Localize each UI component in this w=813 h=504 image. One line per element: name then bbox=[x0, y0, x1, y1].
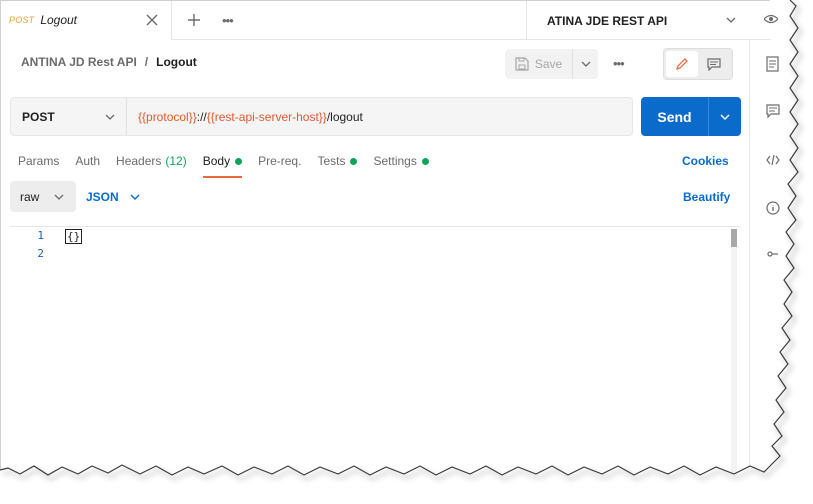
more-actions-icon[interactable]: ••• bbox=[613, 56, 625, 71]
breadcrumb-request[interactable]: Logout bbox=[156, 55, 197, 69]
save-dropdown-button[interactable] bbox=[573, 49, 598, 79]
breadcrumb: ANTINA JD Rest API / Logout bbox=[21, 55, 197, 69]
chevron-down-icon bbox=[720, 114, 730, 120]
code-icon[interactable] bbox=[766, 152, 780, 168]
status-dot bbox=[350, 158, 358, 165]
plus-icon[interactable] bbox=[186, 12, 202, 28]
tab-settings-label: Settings bbox=[373, 154, 417, 168]
url-variable-host: {{rest-api-server-host}} bbox=[206, 109, 327, 124]
headers-count: (12) bbox=[165, 154, 187, 168]
save-icon bbox=[515, 57, 529, 71]
editor-line: 1 {} bbox=[10, 229, 741, 247]
body-editor[interactable]: 1 {} 2 bbox=[10, 226, 741, 480]
edit-mode-button[interactable] bbox=[666, 51, 698, 77]
tab-auth[interactable]: Auth bbox=[75, 154, 100, 178]
language-label: JSON bbox=[86, 190, 119, 204]
url-scheme-separator: :// bbox=[196, 109, 207, 124]
tab-tests-label: Tests bbox=[317, 154, 346, 168]
comment-icon bbox=[707, 58, 721, 71]
pencil-icon bbox=[676, 58, 688, 70]
tab-auth-label: Auth bbox=[75, 154, 101, 168]
method-selector[interactable]: POST bbox=[11, 98, 127, 135]
comment-mode-button[interactable] bbox=[698, 51, 730, 77]
body-type-selector[interactable]: raw bbox=[10, 181, 76, 212]
tab-headers-label: Headers bbox=[116, 154, 162, 168]
send-button[interactable]: Send bbox=[641, 97, 709, 136]
info-icon[interactable] bbox=[766, 200, 780, 216]
environment-selector[interactable]: ATINA JDE REST API bbox=[526, 1, 749, 40]
language-selector[interactable]: JSON bbox=[86, 190, 141, 204]
breadcrumb-collection[interactable]: ANTINA JD Rest API bbox=[21, 55, 137, 69]
right-sidebar bbox=[749, 40, 780, 480]
url-variable-protocol: {{protocol}} bbox=[138, 109, 197, 124]
url-path: /logout bbox=[326, 109, 363, 124]
breadcrumb-separator: / bbox=[144, 55, 149, 69]
save-group: Save bbox=[505, 49, 598, 79]
save-label: Save bbox=[534, 57, 563, 71]
tab-method-label: POST bbox=[9, 15, 35, 25]
tab-params[interactable]: Params bbox=[18, 154, 59, 178]
request-tab[interactable]: POST Logout bbox=[1, 0, 172, 40]
scrollbar-thumb[interactable] bbox=[731, 229, 737, 247]
status-dot bbox=[235, 158, 243, 165]
more-tabs-icon[interactable]: ••• bbox=[222, 13, 238, 28]
eye-icon[interactable] bbox=[764, 11, 778, 27]
chevron-down-icon bbox=[54, 194, 64, 200]
line-number: 2 bbox=[37, 247, 44, 260]
status-dot bbox=[421, 158, 429, 165]
related-icon[interactable] bbox=[766, 246, 780, 262]
comments-icon[interactable] bbox=[766, 103, 780, 119]
tab-tests[interactable]: Tests bbox=[317, 154, 358, 178]
postman-window: POST Logout ••• ATINA JDE REST API ANTIN… bbox=[0, 0, 780, 480]
send-dropdown-button[interactable] bbox=[709, 97, 741, 136]
url-bar: POST {{protocol}} :// {{rest-api-server-… bbox=[10, 97, 633, 136]
tab-body[interactable]: Body bbox=[202, 154, 243, 178]
method-label: POST bbox=[22, 109, 55, 124]
chevron-down-icon bbox=[105, 114, 115, 120]
editor-line: 2 bbox=[10, 247, 741, 265]
close-icon[interactable] bbox=[145, 13, 159, 27]
url-input[interactable]: {{protocol}} :// {{rest-api-server-host}… bbox=[127, 98, 363, 135]
chevron-down-icon bbox=[726, 17, 736, 23]
tab-settings[interactable]: Settings bbox=[373, 154, 429, 178]
chevron-down-icon bbox=[581, 61, 590, 67]
beautify-button[interactable]: Beautify bbox=[683, 190, 730, 204]
request-tabs: Params Auth Headers (12) Body Pre-req. Te… bbox=[18, 154, 445, 178]
tab-headers[interactable]: Headers (12) bbox=[116, 154, 187, 178]
body-type-label: raw bbox=[20, 189, 40, 204]
tab-prereq-label: Pre-req. bbox=[258, 154, 302, 168]
environment-label: ATINA JDE REST API bbox=[547, 13, 668, 28]
tab-prereq[interactable]: Pre-req. bbox=[258, 154, 301, 178]
save-button[interactable]: Save bbox=[505, 49, 573, 79]
line-number: 1 bbox=[37, 229, 44, 242]
tab-body-label: Body bbox=[202, 154, 231, 168]
send-group: Send bbox=[641, 97, 741, 136]
chevron-down-icon bbox=[130, 194, 140, 200]
documentation-icon[interactable] bbox=[766, 56, 780, 72]
tab-title: Logout bbox=[40, 13, 78, 27]
tab-params-label: Params bbox=[18, 154, 60, 168]
code-text: {} bbox=[65, 229, 83, 244]
mode-toggle bbox=[663, 48, 733, 80]
editor-scrollbar[interactable] bbox=[731, 229, 737, 480]
cookies-link[interactable]: Cookies bbox=[682, 154, 729, 168]
line-content: {} bbox=[65, 229, 83, 244]
